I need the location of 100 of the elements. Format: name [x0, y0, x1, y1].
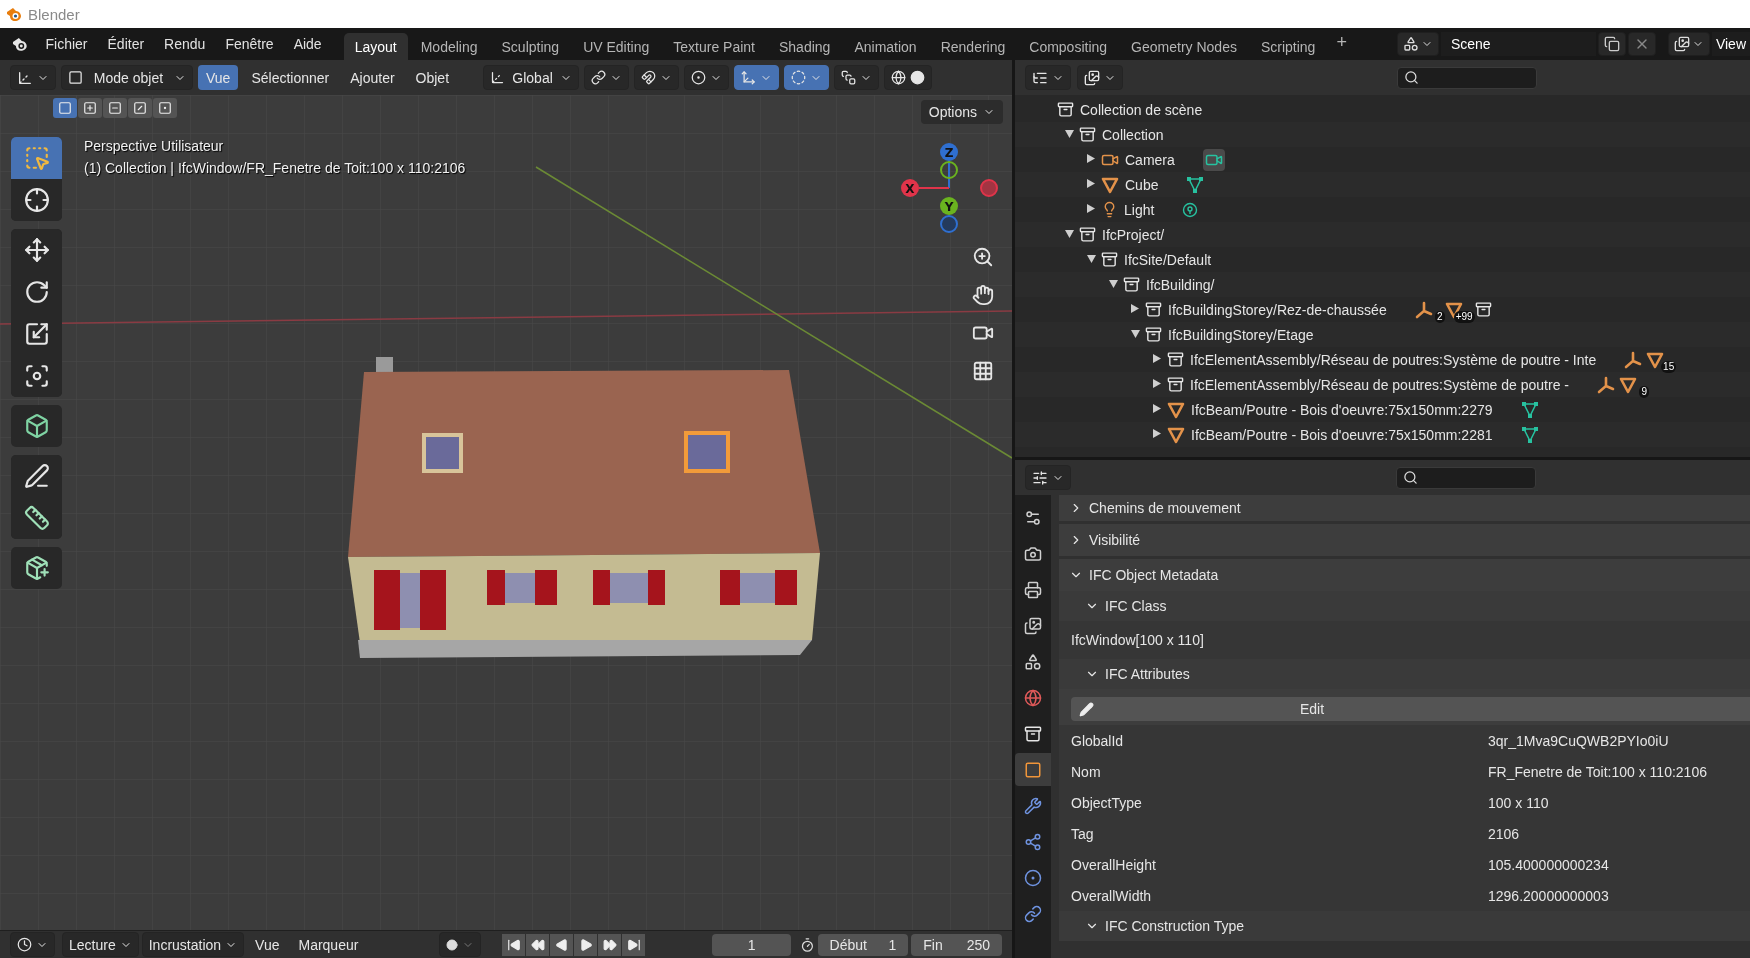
filter-button[interactable] — [1077, 65, 1123, 90]
expanded-arrow-icon[interactable] — [1108, 279, 1118, 290]
jump-end-button[interactable] — [622, 933, 646, 956]
expanded-arrow-icon[interactable] — [1064, 129, 1074, 140]
play-reverse-button[interactable] — [550, 933, 574, 956]
workspace-tab[interactable]: Modeling — [409, 33, 489, 60]
select-mode-button[interactable] — [53, 98, 77, 118]
start-frame-field[interactable]: Début 1 — [817, 933, 909, 956]
editor-type-button[interactable] — [10, 932, 55, 957]
search-field[interactable] — [1396, 466, 1536, 489]
select-mode-button[interactable] — [153, 98, 177, 118]
select-mode-button[interactable] — [103, 98, 127, 118]
menu-item[interactable]: Fenêtre — [215, 36, 284, 52]
collapsed-arrow-icon[interactable] — [1153, 379, 1161, 390]
menu-item[interactable]: Marqueur — [290, 932, 367, 957]
workspace-tab[interactable]: Rendering — [929, 33, 1017, 60]
outliner-item[interactable]: IfcSite/Default — [1124, 251, 1212, 268]
collapsed-arrow-icon[interactable] — [1153, 404, 1161, 415]
axis-handle[interactable]: Z — [940, 143, 958, 161]
copy-button[interactable] — [1597, 32, 1626, 56]
menu-item[interactable]: Fichier — [35, 36, 98, 52]
workspace-tab[interactable]: Compositing — [1018, 33, 1119, 60]
workspace-tab[interactable]: Geometry Nodes — [1120, 33, 1248, 60]
expanded-arrow-icon[interactable] — [1086, 254, 1096, 265]
close-button[interactable] — [1627, 32, 1656, 56]
record-button[interactable] — [439, 932, 482, 957]
outliner-item[interactable]: IfcBeam/Poutre - Bois d'oeuvre:75x150mm:2281 — [1191, 426, 1493, 443]
display-mode-button[interactable] — [1025, 65, 1071, 90]
view-layer-button[interactable] — [1667, 32, 1710, 56]
collapsed-arrow-icon[interactable] — [1131, 304, 1139, 315]
previous-keyframe-button[interactable] — [526, 933, 550, 956]
workspace-tab[interactable]: Scripting — [1249, 33, 1327, 60]
scene-name-field[interactable]: Scene — [1440, 32, 1596, 56]
gizmo-toggle[interactable] — [734, 65, 780, 90]
menu-dropdown[interactable]: Lecture — [62, 932, 139, 957]
pivot-button[interactable] — [584, 65, 630, 90]
jump-start-button[interactable] — [502, 933, 526, 956]
edit-button[interactable]: Edit — [1071, 697, 1750, 721]
menu-item[interactable]: Vue — [198, 65, 239, 90]
axis-handle[interactable] — [940, 161, 958, 179]
outliner-item[interactable]: IfcBuildingStorey/Etage — [1168, 326, 1314, 343]
expanded-arrow-icon[interactable] — [1064, 229, 1074, 240]
outliner-item[interactable]: Cube — [1125, 176, 1159, 193]
workspace-tab[interactable]: Sculpting — [490, 33, 571, 60]
end-frame-field[interactable]: Fin 250 — [911, 933, 1002, 956]
workspace-tab[interactable]: Shading — [768, 33, 842, 60]
scene-selector-button[interactable] — [1396, 32, 1439, 56]
workspace-tab[interactable]: Texture Paint — [662, 33, 766, 60]
outliner-item[interactable]: IfcBuilding/ — [1146, 276, 1215, 293]
menu-item[interactable]: Ajouter — [342, 65, 403, 90]
menu-item[interactable]: Éditer — [97, 36, 155, 52]
workspace-tab[interactable]: Animation — [843, 33, 928, 60]
menu-item[interactable]: Objet — [407, 65, 458, 90]
search-field[interactable] — [1397, 66, 1537, 89]
outliner-item[interactable]: IfcElementAssembly/Réseau de poutres:Système de poutre - — [1190, 376, 1569, 393]
menu-item[interactable]: Vue — [247, 932, 288, 957]
select-mode-button[interactable] — [78, 98, 102, 118]
view-layer-field[interactable]: View — [1711, 32, 1750, 56]
attribute-value: 1296.20000000003 — [1488, 886, 1610, 906]
orientation-dropdown[interactable]: Global — [483, 65, 580, 90]
viewport-shading-button[interactable] — [884, 65, 933, 90]
collapsed-arrow-icon[interactable] — [1153, 354, 1161, 365]
outliner-item[interactable]: Collection de scène — [1080, 101, 1203, 118]
select-mode-button[interactable] — [128, 98, 152, 118]
editor-type-button[interactable] — [10, 65, 56, 90]
workspace-tab[interactable]: Layout — [343, 33, 408, 60]
axis-handle[interactable]: Y — [940, 197, 958, 215]
add-workspace-button[interactable]: + — [1326, 31, 1357, 57]
axis-handle[interactable] — [980, 179, 998, 197]
next-keyframe-button[interactable] — [598, 933, 622, 956]
outliner-item[interactable]: IfcProject/ — [1102, 226, 1165, 243]
menu-item[interactable]: Sélectionner — [243, 65, 338, 90]
outliner-item[interactable]: Light — [1124, 201, 1155, 218]
timer-icon[interactable] — [799, 935, 815, 954]
collapsed-arrow-icon[interactable] — [1087, 204, 1095, 215]
axis-handle[interactable] — [940, 215, 958, 233]
xray-toggle[interactable] — [834, 65, 880, 90]
menu-dropdown[interactable]: Incrustation — [141, 932, 245, 957]
collapsed-arrow-icon[interactable] — [1087, 154, 1095, 165]
play-button[interactable] — [574, 933, 598, 956]
menu-item[interactable]: Aide — [283, 36, 332, 52]
axis-handle[interactable]: X — [901, 179, 919, 197]
menu-item[interactable]: Rendu — [154, 36, 216, 52]
blender-logo-icon[interactable] — [12, 35, 28, 53]
outliner-item[interactable]: Camera — [1125, 151, 1175, 168]
editor-type-button[interactable] — [1025, 465, 1071, 490]
outliner-item[interactable]: IfcElementAssembly/Réseau de poutres:Système de poutre - Inte — [1190, 351, 1597, 368]
current-frame-field[interactable]: 1 — [712, 933, 791, 956]
collapsed-arrow-icon[interactable] — [1087, 179, 1095, 190]
mode-dropdown[interactable]: Mode objet — [61, 65, 193, 90]
options-dropdown[interactable]: Options — [920, 100, 1003, 124]
overlays-toggle[interactable] — [784, 65, 830, 90]
magnet-toggle[interactable] — [634, 65, 680, 90]
outliner-item[interactable]: IfcBuildingStorey/Rez-de-chaussée — [1168, 301, 1387, 318]
outliner-item[interactable]: Collection — [1102, 126, 1164, 143]
workspace-tab[interactable]: UV Editing — [572, 33, 661, 60]
collapsed-arrow-icon[interactable] — [1153, 429, 1161, 440]
expanded-arrow-icon[interactable] — [1130, 329, 1140, 340]
outliner-item[interactable]: IfcBeam/Poutre - Bois d'oeuvre:75x150mm:2279 — [1191, 401, 1493, 418]
proportional-toggle[interactable] — [684, 65, 730, 90]
